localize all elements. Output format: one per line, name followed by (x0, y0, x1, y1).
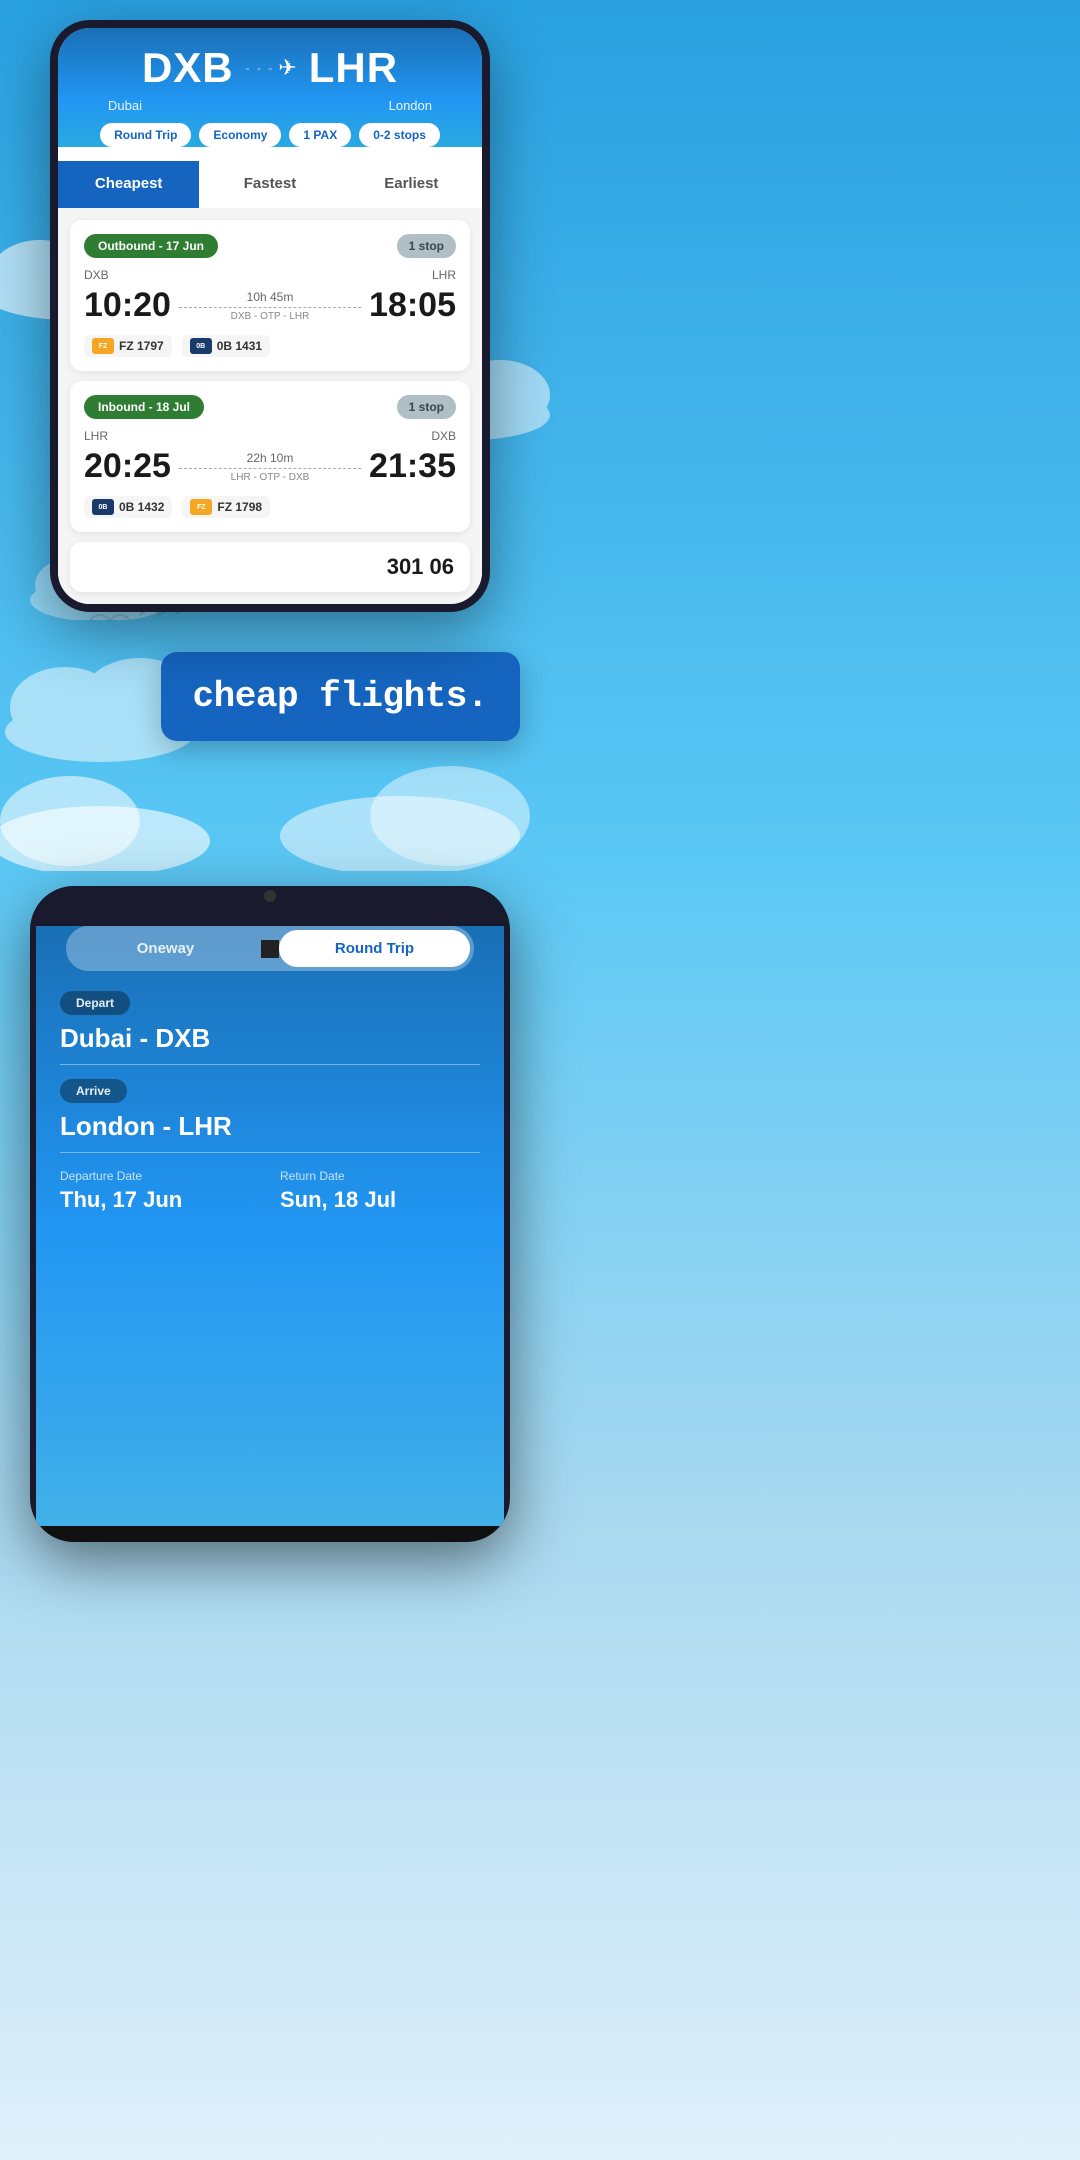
phone-1: DXB - - - ✈ LHR Dubai London Round (50, 20, 490, 612)
phone-2-screen: Oneway Round Trip Depart Dubai - DXB (36, 926, 504, 1526)
tab-earliest[interactable]: Earliest (341, 161, 482, 208)
outbound-destination: LHR (432, 268, 456, 282)
return-date-value: Sun, 18 Jul (280, 1187, 480, 1213)
airport-names-row: Dubai London (78, 98, 462, 123)
toggle-indicator (261, 930, 279, 967)
roundtrip-option[interactable]: Round Trip (279, 930, 470, 967)
flight-search-form: Depart Dubai - DXB Arrive London - LHR D… (36, 991, 504, 1213)
destination-name: London (389, 98, 432, 113)
departure-date-label: Departure Date (60, 1169, 260, 1183)
flight-search-header: DXB - - - ✈ LHR Dubai London Round (58, 28, 482, 147)
outbound-airline-1: FZ FZ 1797 (84, 335, 172, 357)
flight-path-line (179, 307, 361, 308)
inbound-header: Inbound - 18 Jul 1 stop (84, 395, 456, 419)
inbound-flight-card[interactable]: Inbound - 18 Jul 1 stop LHR DXB 20:25 22… (70, 381, 470, 532)
inbound-route-path: LHR - OTP - DXB (231, 472, 310, 483)
blueair-logo-2: 0B (92, 499, 114, 515)
inbound-stops: 1 stop (397, 395, 456, 419)
flydubai-logo: FZ (92, 338, 114, 354)
price-preview-row: 301 06 (70, 542, 470, 592)
outbound-stops: 1 stop (397, 234, 456, 258)
departure-date-field[interactable]: Departure Date Thu, 17 Jun (60, 1169, 260, 1213)
outbound-arrive-time: 18:05 (369, 286, 456, 325)
inbound-airlines: 0B 0B 1432 FZ FZ 1798 (84, 496, 456, 518)
outbound-depart-time: 10:20 (84, 286, 171, 325)
depart-label: Depart (60, 991, 130, 1015)
blueair-logo: 0B (190, 338, 212, 354)
outbound-badge: Outbound - 17 Jun (84, 234, 218, 258)
outbound-origin: DXB (84, 268, 109, 282)
tab-fastest[interactable]: Fastest (199, 161, 340, 208)
cabin-class-tag[interactable]: Economy (199, 123, 281, 147)
phone-1-container: DXB - - - ✈ LHR Dubai London Round (0, 0, 540, 612)
outbound-duration-display: 10h 45m DXB - OTP - LHR (179, 290, 361, 322)
inbound-badge: Inbound - 18 Jul (84, 395, 204, 419)
destination-code: LHR (309, 44, 398, 92)
inbound-flight-2-code: FZ 1798 (217, 500, 262, 514)
phone-notch (30, 886, 510, 906)
inbound-duration-display: 22h 10m LHR - OTP - DXB (179, 451, 361, 483)
outbound-route-path: DXB - OTP - LHR (231, 311, 310, 322)
inbound-airports: LHR DXB (84, 429, 456, 443)
depart-field[interactable]: Depart Dubai - DXB (60, 991, 480, 1065)
phone-bottom-bar (30, 1526, 510, 1542)
outbound-flight-2-code: 0B 1431 (217, 339, 262, 353)
stops-tag[interactable]: 0-2 stops (359, 123, 440, 147)
cheap-flights-tagline: cheap flights. (193, 676, 488, 717)
price-value: 301 06 (387, 554, 454, 580)
outbound-times: 10:20 10h 45m DXB - OTP - LHR 18:05 (84, 286, 456, 325)
departure-date-value: Thu, 17 Jun (60, 1187, 260, 1213)
toggle-dot (261, 940, 279, 958)
inbound-depart-time: 20:25 (84, 447, 171, 486)
inbound-arrive-time: 21:35 (369, 447, 456, 486)
arrive-value: London - LHR (60, 1111, 480, 1153)
sort-tabs: Cheapest Fastest Earliest (58, 161, 482, 208)
inbound-origin: LHR (84, 429, 108, 443)
outbound-flight-1-code: FZ 1797 (119, 339, 164, 353)
return-date-field[interactable]: Return Date Sun, 18 Jul (280, 1169, 480, 1213)
flights-results: Outbound - 17 Jun 1 stop DXB LHR 10:20 1… (58, 208, 482, 604)
inbound-path-line (179, 468, 361, 469)
notch-camera (264, 890, 276, 902)
search-filters: Round Trip Economy 1 PAX 0-2 stops (78, 123, 462, 147)
trip-type-tag[interactable]: Round Trip (100, 123, 191, 147)
dates-section: Departure Date Thu, 17 Jun Return Date S… (60, 1169, 480, 1213)
inbound-flight-1-code: 0B 1432 (119, 500, 164, 514)
phone-2-container: Oneway Round Trip Depart Dubai - DXB (0, 886, 540, 1542)
outbound-airports: DXB LHR (84, 268, 456, 282)
inbound-airline-1: 0B 0B 1432 (84, 496, 172, 518)
return-date-label: Return Date (280, 1169, 480, 1183)
arrive-field[interactable]: Arrive London - LHR (60, 1079, 480, 1153)
outbound-duration: 10h 45m (247, 290, 294, 304)
phone-1-screen: DXB - - - ✈ LHR Dubai London Round (58, 28, 482, 604)
arrive-label: Arrive (60, 1079, 127, 1103)
route-display: DXB - - - ✈ LHR (78, 44, 462, 92)
outbound-flight-card[interactable]: Outbound - 17 Jun 1 stop DXB LHR 10:20 1… (70, 220, 470, 371)
flydubai-logo-2: FZ (190, 499, 212, 515)
inbound-airline-2: FZ FZ 1798 (182, 496, 270, 518)
cheap-flights-box: cheap flights. (161, 652, 520, 741)
outbound-airlines: FZ FZ 1797 0B 0B 1431 (84, 335, 456, 357)
inbound-times: 20:25 22h 10m LHR - OTP - DXB 21:35 (84, 447, 456, 486)
outbound-airline-2: 0B 0B 1431 (182, 335, 270, 357)
inbound-duration: 22h 10m (247, 451, 294, 465)
oneway-option[interactable]: Oneway (70, 930, 261, 967)
phone-2: Oneway Round Trip Depart Dubai - DXB (30, 886, 510, 1542)
origin-name: Dubai (108, 98, 142, 113)
trip-type-toggle[interactable]: Oneway Round Trip (66, 926, 474, 971)
depart-value: Dubai - DXB (60, 1023, 480, 1065)
tab-cheapest[interactable]: Cheapest (58, 161, 199, 208)
inbound-destination: DXB (431, 429, 456, 443)
pax-tag[interactable]: 1 PAX (289, 123, 351, 147)
trip-type-section: Oneway Round Trip (36, 926, 504, 971)
outbound-header: Outbound - 17 Jun 1 stop (84, 234, 456, 258)
flight-direction-icon: - - - ✈ (246, 55, 297, 81)
origin-code: DXB (142, 44, 234, 92)
promo-section: cheap flights. (0, 612, 540, 781)
